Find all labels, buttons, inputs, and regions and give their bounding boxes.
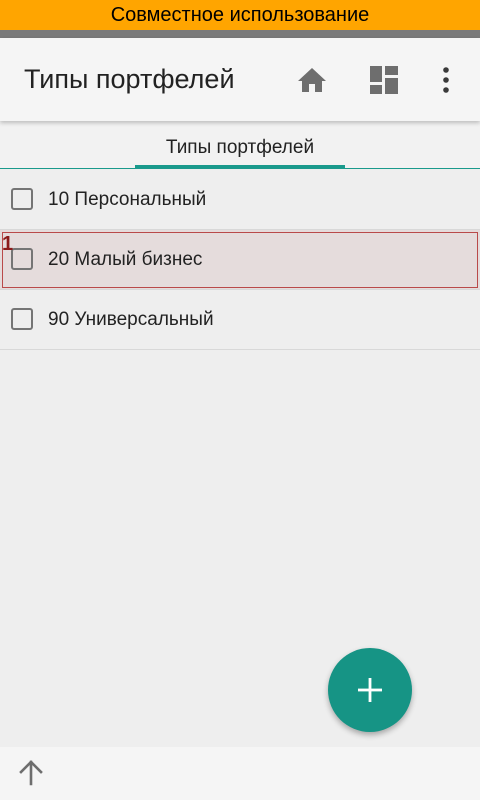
tab-underline [0,168,480,169]
list-item[interactable]: 10 Персональный [0,170,480,230]
row-number-badge: 1 [2,233,14,255]
tab-strip: Типы портфелей [0,121,480,169]
arrow-up-icon [19,760,43,786]
tab-portfolio-types[interactable]: Типы портфелей [135,121,345,167]
list-item[interactable]: 20 Малый бизнес 1 [0,230,480,290]
portfolio-type-list: 10 Персональный 20 Малый бизнес 1 90 Уни… [0,170,480,350]
list-item-label: 20 Малый бизнес [48,249,203,270]
scroll-up-button[interactable] [13,755,49,791]
home-icon [298,68,326,92]
add-button[interactable] [328,648,412,732]
page-title: Типы портфелей [24,64,235,94]
share-banner: Совместное использование [0,0,480,30]
bottom-bar [0,747,480,800]
dashboard-button[interactable] [364,60,404,100]
add-icon [358,678,382,702]
list-item-label: 10 Персональный [48,189,207,210]
list-item[interactable]: 90 Универсальный [0,290,480,350]
row-checkbox[interactable] [11,188,33,210]
dashboard-icon [370,66,398,94]
home-button[interactable] [292,60,332,100]
more-vert-icon [443,67,449,93]
share-banner-text: Совместное использование [110,4,370,26]
row-checkbox[interactable] [11,308,33,330]
more-options-button[interactable] [426,60,466,100]
row-checkbox[interactable] [11,248,33,270]
list-item-label: 90 Универсальный [48,309,214,330]
status-strip [0,30,480,38]
app-bar: Типы портфелей [0,38,480,121]
